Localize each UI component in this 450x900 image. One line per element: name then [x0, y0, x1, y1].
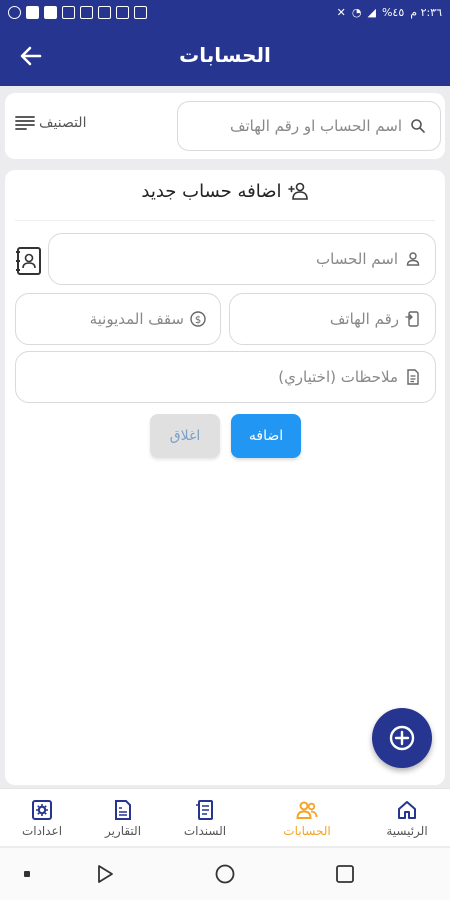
search-icon — [411, 119, 425, 133]
search-input[interactable] — [178, 102, 408, 150]
system-navigation-bar — [0, 848, 450, 900]
whatsapp-icon — [8, 6, 21, 19]
notification-app-icon — [62, 6, 75, 19]
phone-input[interactable] — [230, 294, 405, 344]
gear-icon — [32, 800, 52, 820]
plus-circle-icon — [389, 725, 415, 751]
nav-accounts-label: الحسابات — [283, 824, 331, 838]
clock: ٢:٣٦ م — [410, 6, 442, 19]
notification-app-icon — [80, 6, 93, 19]
nav-settings-label: اعدادات — [21, 824, 63, 838]
system-status: ✕ ◔ ◢ %٤٥ ٢:٣٦ م — [337, 6, 442, 19]
form-title: اضافه حساب جديد — [141, 180, 282, 202]
debt-limit-input[interactable] — [16, 294, 190, 344]
receipt-icon — [196, 800, 213, 820]
add-account-card: اضافه حساب جديد $ اضافه اغلاق — [5, 170, 445, 785]
app-bar: الحسابات — [0, 28, 450, 86]
notification-icons — [8, 6, 147, 19]
notification-app-icon — [98, 6, 111, 19]
back-triangle-icon[interactable] — [95, 864, 115, 888]
nav-settings[interactable]: اعدادات — [0, 789, 87, 847]
reports-icon — [115, 800, 131, 820]
close-button[interactable]: اغلاق — [150, 414, 220, 458]
notes-input[interactable] — [16, 352, 404, 402]
phone-field[interactable] — [229, 293, 436, 345]
page-title: الحسابات — [179, 43, 271, 67]
add-person-icon — [287, 182, 308, 200]
nav-reports-label: التقارير — [104, 824, 142, 838]
form-header: اضافه حساب جديد — [5, 180, 445, 216]
svg-text:$: $ — [195, 315, 201, 326]
note-icon — [407, 369, 419, 385]
sort-lines-icon — [15, 116, 35, 130]
menu-dot-icon[interactable] — [24, 871, 30, 877]
notification-square-icon — [44, 6, 57, 19]
gallery-icon — [116, 6, 129, 19]
account-name-input[interactable] — [49, 234, 404, 284]
nav-accounts[interactable]: الحسابات — [262, 789, 352, 847]
nav-home[interactable]: الرئيسية — [362, 789, 450, 847]
bottom-navigation: الرئيسية الحسابات السندات التقارير اعداد… — [0, 788, 450, 846]
search-box[interactable] — [177, 101, 441, 151]
message-icon — [134, 6, 147, 19]
sort-button[interactable]: التصنيف — [15, 115, 86, 131]
wifi-icon: ◔ — [351, 6, 362, 19]
contacts-book-icon[interactable] — [15, 244, 43, 278]
search-card: التصنيف — [5, 93, 445, 159]
nav-vouchers-label: السندات — [183, 824, 227, 838]
floating-add-button[interactable] — [372, 708, 432, 768]
status-bar: ✕ ◔ ◢ %٤٥ ٢:٣٦ م — [0, 0, 450, 28]
notes-field[interactable] — [15, 351, 436, 403]
home-circle-icon[interactable] — [215, 864, 235, 888]
nav-home-label: الرئيسية — [386, 824, 428, 838]
nav-reports[interactable]: التقارير — [78, 789, 168, 847]
sort-label: التصنيف — [39, 115, 87, 131]
users-icon — [296, 801, 318, 819]
recents-square-icon[interactable] — [335, 864, 355, 888]
mute-icon: ✕ — [336, 6, 346, 19]
divider — [15, 220, 435, 221]
phone-icon — [405, 311, 419, 327]
dollar-circle-icon: $ — [190, 311, 206, 327]
notification-square-icon — [26, 6, 39, 19]
debt-limit-field[interactable]: $ — [15, 293, 221, 345]
home-icon — [398, 801, 416, 819]
nav-vouchers[interactable]: السندات — [160, 789, 250, 847]
signal-icon: ◢ — [367, 6, 376, 19]
add-button[interactable]: اضافه — [231, 414, 301, 458]
person-icon — [406, 252, 420, 266]
battery-level: %٤٥ — [381, 6, 405, 19]
account-name-field[interactable] — [48, 233, 436, 285]
